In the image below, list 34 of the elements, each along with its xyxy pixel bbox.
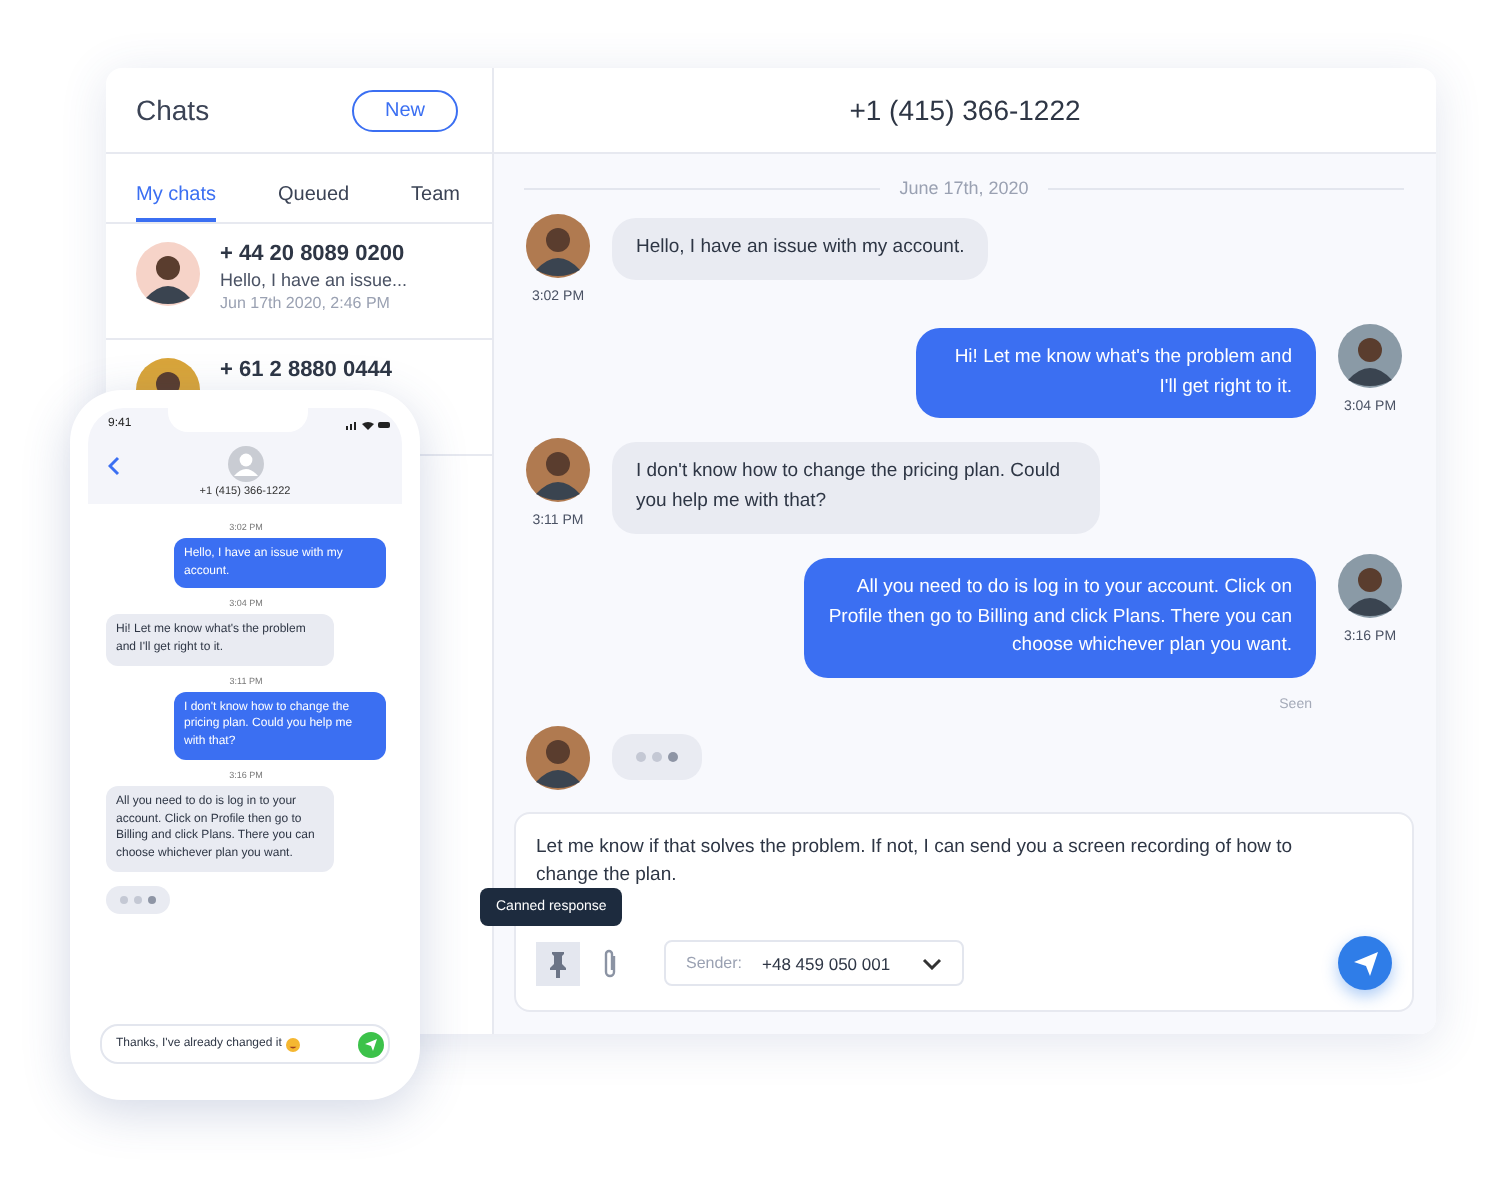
avatar-icon — [1338, 324, 1402, 388]
contact-icon — [227, 446, 263, 482]
new-button[interactable]: New — [352, 89, 458, 131]
emoji-icon — [285, 1037, 300, 1051]
send-button[interactable] — [1338, 936, 1392, 990]
tab[interactable]: Team — [411, 184, 460, 222]
conversation-title: +1 (415) 366-1222 — [849, 94, 1081, 126]
message-input[interactable]: Let me know if that solves the problem. If not, I can send you a screen recording of how to change the plan. — [536, 834, 1392, 891]
avatar-icon — [1338, 553, 1402, 618]
chat-time: Jun 17th 2020, 2:46 PM — [220, 294, 392, 312]
avatar-icon — [136, 242, 200, 306]
avatar-icon — [526, 214, 590, 278]
send-icon — [1351, 949, 1379, 977]
sidebar-title: Chats — [136, 94, 210, 126]
pin-button[interactable] — [536, 941, 580, 985]
avatar-icon — [526, 726, 590, 791]
chat-name: + 61 2 8880 0444 — [220, 358, 392, 382]
avatar-icon — [526, 438, 590, 503]
tab[interactable]: My chats — [136, 184, 217, 222]
message-bubble: Hi! Let me know what's the problem and I'll get right to it. — [916, 328, 1316, 419]
paperclip-icon[interactable] — [600, 947, 620, 979]
message-bubble: I don't know how to change the pricing plan. Could you help me with that? — [612, 442, 1100, 534]
status-icons — [346, 419, 390, 429]
message-bubble: All you need to do is log in to your account. Click on Profile then go to Billing and click Plans. There you can choose whichever plan you want. — [804, 557, 1316, 679]
sender-dropdown[interactable]: Sender: +48 459 050 001 — [664, 940, 965, 986]
back-icon[interactable] — [108, 456, 120, 476]
message-bubble: Hello, I have an issue with my account. — [612, 218, 989, 280]
pin-icon — [546, 949, 570, 977]
chat-preview: Hello, I have an issue... — [220, 270, 408, 290]
date-separator: June 17th, 2020 — [899, 178, 1029, 198]
chevron-down-icon — [922, 957, 943, 969]
chat-name: + 44 20 8089 0200 — [220, 242, 407, 266]
tab[interactable]: Queued — [277, 184, 350, 222]
send-button[interactable] — [358, 1031, 384, 1057]
